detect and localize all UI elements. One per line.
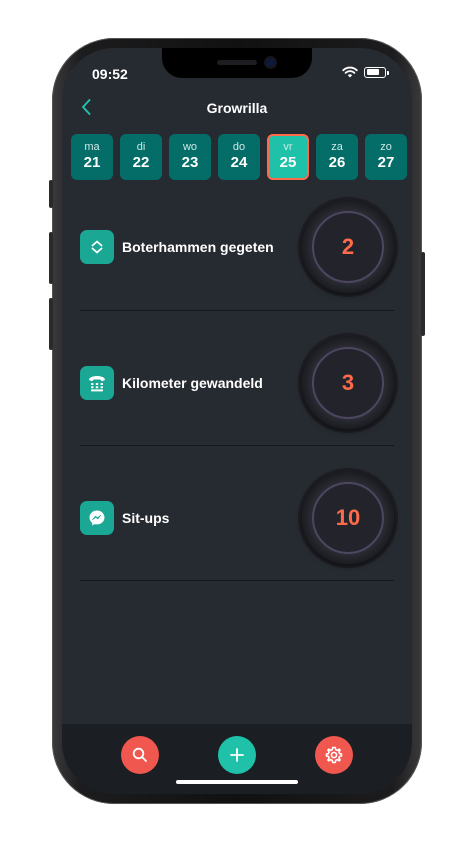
- page-title: Growrilla: [206, 100, 268, 116]
- volume-down-button: [49, 298, 53, 350]
- search-icon: [132, 747, 147, 762]
- expand-collapse-icon: [80, 230, 114, 264]
- day-di[interactable]: di 22: [120, 134, 162, 180]
- add-button[interactable]: [218, 736, 256, 774]
- day-date: 24: [230, 154, 248, 171]
- day-do[interactable]: do 24: [218, 134, 260, 180]
- activity-counter-button[interactable]: 2: [302, 201, 394, 293]
- day-zo[interactable]: zo 27: [365, 134, 407, 180]
- power-button: [421, 252, 425, 336]
- day-name: ma: [84, 141, 100, 153]
- gear-icon: [325, 746, 343, 764]
- activity-row: Kilometer gewandeld 3: [80, 316, 394, 450]
- phone-keypad-icon: [80, 366, 114, 400]
- activity-count: 10: [335, 505, 361, 530]
- activity-count: 2: [341, 234, 355, 259]
- day-date: 26: [328, 154, 346, 171]
- day-date: 21: [83, 154, 101, 171]
- activity-label: Boterhammen gegeten: [122, 239, 274, 255]
- status-time: 09:52: [92, 66, 128, 82]
- activity-row: Sit-ups 10: [80, 451, 394, 585]
- speaker: [217, 60, 257, 65]
- day-date: 23: [181, 154, 199, 171]
- status-icons: [342, 66, 389, 78]
- day-date: 25: [279, 154, 297, 171]
- silent-switch: [49, 180, 53, 208]
- activity-label: Sit-ups: [122, 510, 170, 526]
- day-wo[interactable]: wo 23: [169, 134, 211, 180]
- day-date: 27: [377, 154, 395, 171]
- day-name: wo: [182, 141, 198, 153]
- wifi-icon: [342, 66, 358, 78]
- front-camera: [266, 58, 275, 67]
- messenger-icon: [80, 501, 114, 535]
- week-day-selector: ma 21 di 22 wo 23 do 24 vr 25 za 26 zo 27: [71, 134, 407, 180]
- notch: [162, 48, 312, 78]
- day-name: za: [331, 141, 343, 153]
- volume-up-button: [49, 232, 53, 284]
- activity-counter-button[interactable]: 10: [302, 472, 394, 564]
- day-za[interactable]: za 26: [316, 134, 358, 180]
- home-indicator[interactable]: [176, 780, 298, 784]
- day-name: do: [232, 141, 246, 153]
- day-ma[interactable]: ma 21: [71, 134, 113, 180]
- search-button[interactable]: [121, 736, 159, 774]
- bottom-tab-bar: [62, 724, 412, 794]
- battery-icon: [364, 66, 389, 78]
- divider: [80, 310, 394, 311]
- day-name: zo: [380, 141, 392, 153]
- activity-counter-button[interactable]: 3: [302, 337, 394, 429]
- divider: [80, 445, 394, 446]
- day-name: vr: [283, 141, 293, 153]
- activity-label: Kilometer gewandeld: [122, 375, 263, 391]
- app-screen: 09:52 Growrilla ma 21 di 22 wo 23 do 24 vr 25…: [62, 48, 412, 794]
- settings-button[interactable]: [315, 736, 353, 774]
- plus-icon: [230, 748, 244, 762]
- activity-count: 3: [341, 370, 355, 395]
- day-date: 22: [132, 154, 150, 171]
- activity-row: Boterhammen gegeten 2: [80, 180, 394, 314]
- day-vr-selected[interactable]: vr 25: [267, 134, 309, 180]
- day-name: di: [136, 141, 146, 153]
- divider: [80, 580, 394, 581]
